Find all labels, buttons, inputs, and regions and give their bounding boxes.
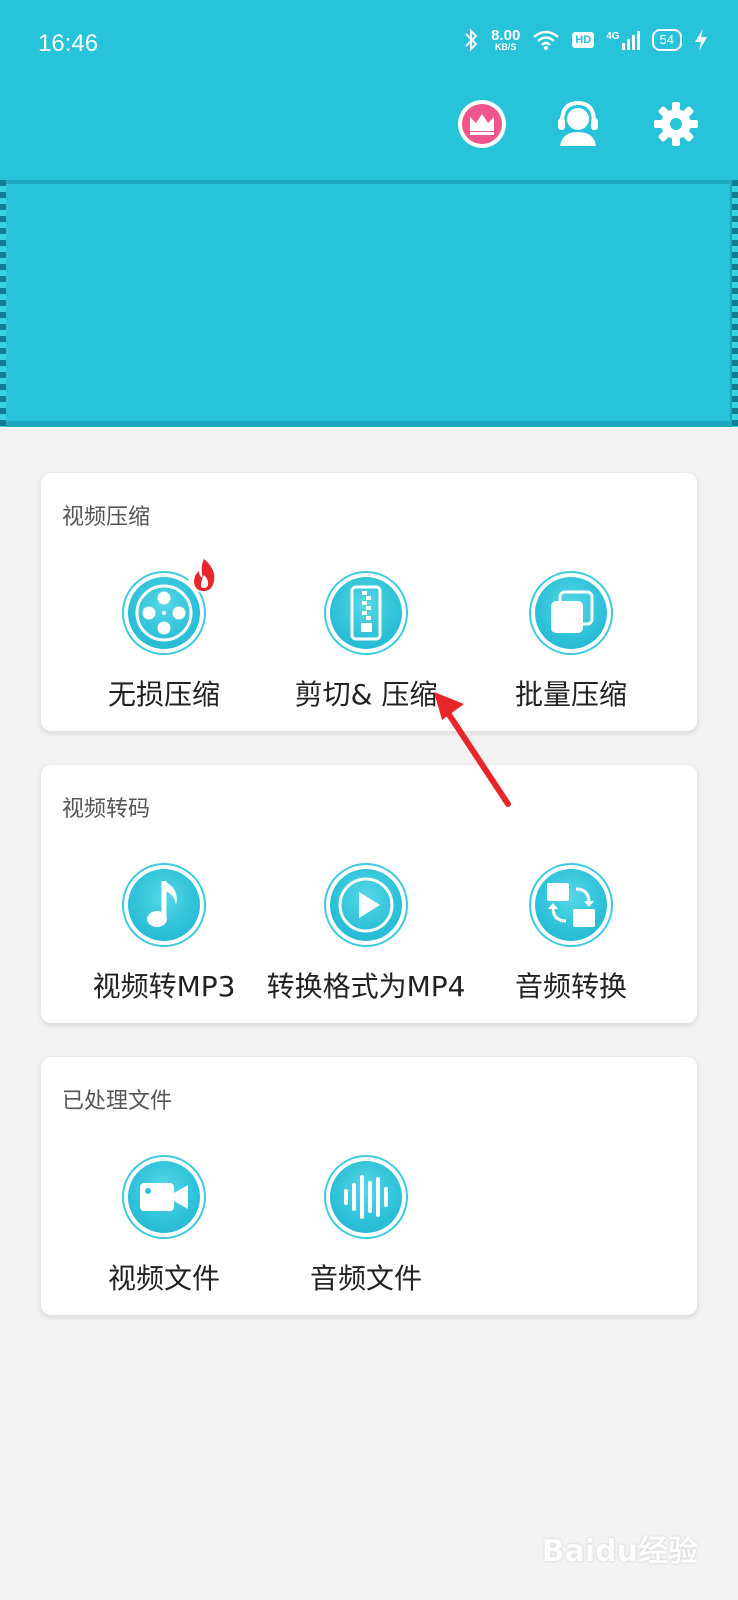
net-speed-unit: KB/S [494,42,517,52]
vip-button[interactable] [456,98,508,150]
item-label: 批量压缩 [514,678,627,711]
item-label: 音频文件 [309,1262,422,1295]
lossless-compress-button[interactable]: 无损压缩 [64,559,264,713]
customer-service-icon [558,100,598,146]
waveform-icon [326,1157,406,1237]
video-camera-icon [124,1157,204,1237]
status-icons: 8.00 KB/S HD 4G 54 [463,28,708,52]
bluetooth-icon [465,28,478,52]
section-title: 视频转码 [62,797,151,822]
crown-icon [458,100,506,148]
item-label: 剪切& 压缩 [294,678,438,711]
convert-icon [531,865,611,945]
audio-files-button[interactable]: 音频文件 [266,1157,466,1297]
section-title: 视频压缩 [62,505,151,530]
banner[interactable] [0,180,738,427]
music-note-icon [124,865,204,945]
banner-edge-right [732,180,738,427]
item-label: 音频转换 [514,970,627,1003]
item-label: 视频转MP3 [92,970,236,1003]
banner-image [6,184,730,421]
video-files-button[interactable]: 视频文件 [64,1157,264,1297]
item-label: 视频文件 [107,1262,220,1295]
film-reel-icon [124,559,220,653]
video-to-mp3-button[interactable]: 视频转MP3 [64,865,264,1005]
play-icon [326,865,406,945]
gear-icon [654,102,698,146]
audio-convert-button[interactable]: 音频转换 [471,865,671,1005]
section-card-transcode: 视频转码 视频转MP3 转换格式为MP4 音频转换 [41,765,697,1023]
battery-indicator: 54 [651,29,682,51]
toolbar [0,90,738,180]
status-bar: 16:46 8.00 KB/S HD 4G 54 [0,0,738,90]
stack-icon [531,573,611,653]
fire-icon [188,559,220,593]
zip-icon [326,573,406,653]
network-type: 4G [606,30,620,42]
net-speed: 8.00 KB/S [491,28,520,52]
status-time: 16:46 [38,30,99,57]
charging-icon [695,29,707,51]
hd-badge: HD [572,32,595,48]
section-card-compress: 视频压缩 无损压缩 剪切& 压缩 批量压缩 [41,473,697,731]
item-label: 转换格式为MP4 [266,970,466,1003]
watermark: Baidu经验 [541,1534,698,1569]
customer-service-button[interactable] [552,98,604,150]
settings-button[interactable] [650,98,702,150]
wifi-icon [533,30,560,50]
net-speed-value: 8.00 [491,27,521,44]
item-label: 无损压缩 [107,678,220,711]
convert-to-mp4-button[interactable]: 转换格式为MP4 [266,865,466,1005]
cell-signal-icon: 4G [606,30,640,50]
annotation-arrow-icon [434,692,511,807]
section-card-processed-files: 已处理文件 视频文件 音频文件 [41,1057,697,1315]
section-title: 已处理文件 [62,1089,173,1114]
